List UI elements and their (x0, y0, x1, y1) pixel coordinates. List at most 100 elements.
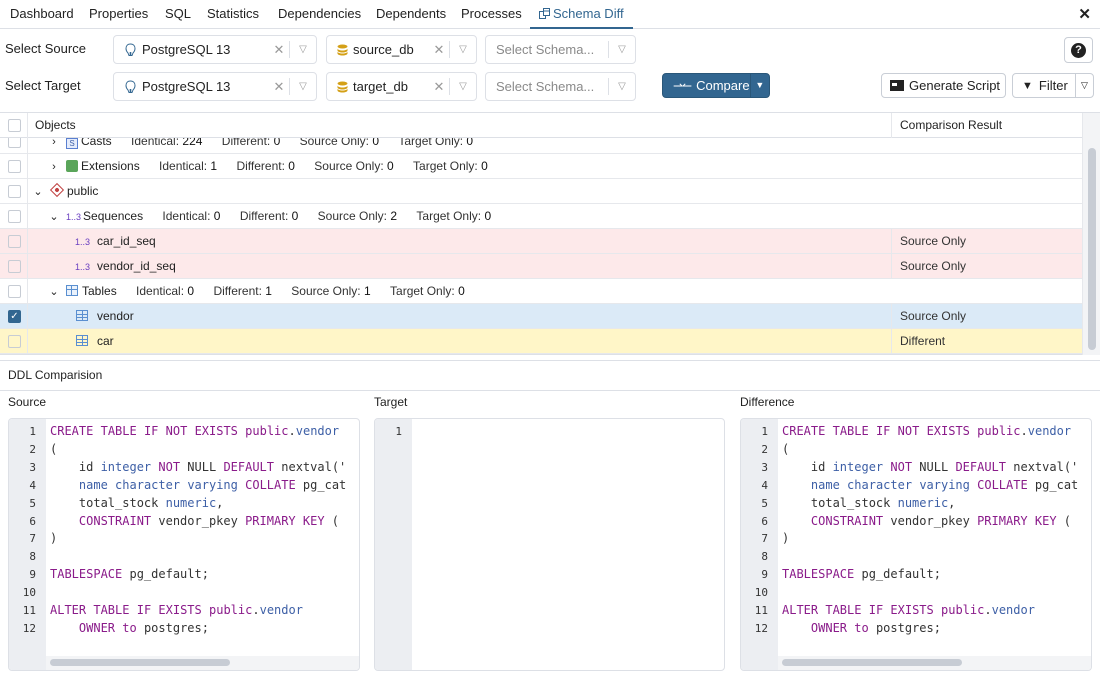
object-name: Extensions (81, 159, 140, 173)
comparison-grid: Objects Comparison Result › S Casts Identi… (0, 112, 1100, 355)
filter-icon: ▼ (1022, 79, 1033, 92)
table-row[interactable]: ⌄ Tables Identical: 0 Different: 1 Source… (0, 279, 1082, 304)
scrollbar-thumb[interactable] (1088, 148, 1096, 350)
generate-script-button[interactable]: Generate Script (881, 73, 1006, 98)
clear-icon[interactable]: ✕ (269, 79, 289, 95)
target-server-select[interactable]: PostgreSQL 13 ✕ ▽ (113, 72, 317, 101)
table-row[interactable]: car Different (0, 329, 1082, 354)
stat-value: 1 (210, 159, 218, 173)
code-line: CONSTRAINT vendor_pkey PRIMARY KEY ( (78, 513, 340, 528)
chevron-down-icon[interactable]: ▽ (609, 44, 635, 55)
table-row[interactable]: 1..3 car_id_seq Source Only (0, 229, 1082, 254)
row-checkbox[interactable] (8, 285, 21, 298)
row-checkbox[interactable] (8, 210, 21, 223)
code-area[interactable] (416, 419, 724, 670)
target-database-select[interactable]: target_db ✕ ▽ (326, 72, 477, 101)
line-number: 9 (29, 568, 36, 582)
chevron-down-icon[interactable]: ⌄ (32, 180, 44, 204)
row-checkbox[interactable] (8, 235, 21, 248)
stat-label: Target Only: (413, 159, 478, 173)
grid-vertical-scrollbar[interactable] (1082, 113, 1100, 355)
code-line: OWNER to postgres; (78, 620, 209, 635)
row-checkbox-checked[interactable]: ✓ (8, 310, 21, 323)
chevron-down-icon[interactable]: ▽ (290, 44, 316, 55)
tab-dashboard[interactable]: Dashboard (1, 0, 83, 29)
checkbox-cell (0, 154, 28, 178)
checkbox-cell (0, 179, 28, 203)
tab-dependents[interactable]: Dependents (367, 0, 455, 29)
chevron-down-icon[interactable]: ▽ (609, 81, 635, 92)
source-schema-placeholder: Select Schema... (496, 42, 595, 57)
line-number: 8 (761, 550, 768, 564)
target-ddl-editor[interactable]: 1 (374, 418, 725, 671)
filter-dropdown-chevron-icon[interactable]: ▽ (1075, 74, 1093, 97)
chevron-down-icon[interactable]: ▽ (450, 44, 476, 55)
objects-column-header: Objects (35, 118, 76, 132)
source-ddl-editor[interactable]: 1 2 3 4 5 6 7 8 9 10 11 12 CREATE TABLE IF NOT EXIS… (8, 418, 360, 671)
tab-dependencies[interactable]: Dependencies (269, 0, 370, 29)
clear-icon[interactable]: ✕ (429, 42, 449, 58)
horizontal-scrollbar[interactable] (50, 659, 230, 666)
table-row[interactable]: 1..3 vendor_id_seq Source Only (0, 254, 1082, 279)
difference-ddl-editor[interactable]: 1 2 3 4 5 6 7 8 9 10 11 12 CREATE TABLE IF NOT EXIS… (740, 418, 1092, 671)
code-line: ( (782, 441, 790, 456)
stat-label: Identical: (131, 138, 180, 148)
target-schema-placeholder: Select Schema... (496, 79, 595, 94)
code-area[interactable]: CREATE TABLE IF NOT EXISTS public.vendor… (782, 419, 1091, 670)
clear-icon[interactable]: ✕ (269, 42, 289, 58)
help-button[interactable]: ? (1064, 37, 1093, 63)
line-number: 12 (22, 621, 36, 635)
chevron-down-icon[interactable]: ⌄ (48, 280, 60, 304)
database-icon (337, 81, 348, 93)
row-checkbox[interactable] (8, 138, 21, 148)
source-pane-label: Source (8, 395, 47, 409)
table-row[interactable]: ⌄ public (0, 179, 1082, 204)
chevron-right-icon[interactable]: › (48, 138, 60, 154)
line-number: 4 (29, 478, 36, 492)
row-checkbox[interactable] (8, 335, 21, 348)
tab-properties[interactable]: Properties (80, 0, 157, 29)
compare-button[interactable]: ⇀↼ Compare ▼ (662, 73, 770, 98)
compare-dropdown-chevron-icon[interactable]: ▼ (749, 74, 769, 97)
target-schema-select[interactable]: Select Schema... ▽ (485, 72, 636, 101)
line-number-gutter: 1 (375, 419, 412, 670)
tab-sql[interactable]: SQL (156, 0, 200, 29)
row-checkbox[interactable] (8, 260, 21, 273)
tab-processes[interactable]: Processes (452, 0, 531, 29)
grid-header: Objects Comparison Result (0, 113, 1082, 138)
source-schema-select[interactable]: Select Schema... ▽ (485, 35, 636, 64)
object-name: Sequences (83, 209, 144, 223)
table-row[interactable]: ⌄ 1..3 Sequences Identical: 0 Different: 0… (0, 204, 1082, 229)
chevron-down-icon[interactable]: ▽ (450, 81, 476, 92)
row-checkbox[interactable] (8, 185, 21, 198)
ddl-comparison-title: DDL Comparision (0, 360, 1100, 391)
source-server-select[interactable]: PostgreSQL 13 ✕ ▽ (113, 35, 317, 64)
row-checkbox[interactable] (8, 160, 21, 173)
object-name: car (97, 334, 114, 348)
stat-value: 0 (466, 138, 474, 148)
code-line: name character varying COLLATE pg_cat (78, 477, 347, 492)
line-number: 3 (29, 460, 36, 474)
table-row[interactable]: › Extensions Identical: 1 Different: 0 So… (0, 154, 1082, 179)
object-name: vendor (97, 309, 134, 323)
table-row[interactable]: › S Casts Identical: 224 Different: 0 Sour… (0, 138, 1082, 154)
filter-button[interactable]: ▼ Filter ▽ (1012, 73, 1094, 98)
code-line: id integer NOT NULL DEFAULT nextval(' (50, 459, 347, 474)
tab-statistics[interactable]: Statistics (198, 0, 268, 29)
stat-value: 2 (390, 209, 398, 223)
chevron-down-icon[interactable]: ▽ (290, 81, 316, 92)
chevron-down-icon[interactable]: ⌄ (48, 205, 60, 229)
table-row[interactable]: ✓ vendor Source Only (0, 304, 1082, 329)
stat-label: Identical: (136, 284, 185, 298)
code-line: ALTER TABLE IF EXISTS public.vendor (782, 603, 1035, 617)
object-name: public (67, 184, 99, 198)
select-all-checkbox[interactable] (8, 119, 21, 132)
target-database-value: target_db (353, 79, 408, 94)
source-database-select[interactable]: source_db ✕ ▽ (326, 35, 477, 64)
close-icon[interactable]: ✕ (1078, 5, 1091, 23)
horizontal-scrollbar[interactable] (782, 659, 962, 666)
chevron-right-icon[interactable]: › (48, 155, 60, 179)
code-area[interactable]: CREATE TABLE IF NOT EXISTS public.vendor… (50, 419, 359, 670)
clear-icon[interactable]: ✕ (429, 79, 449, 95)
tab-schema-diff[interactable]: Schema Diff (530, 0, 633, 29)
